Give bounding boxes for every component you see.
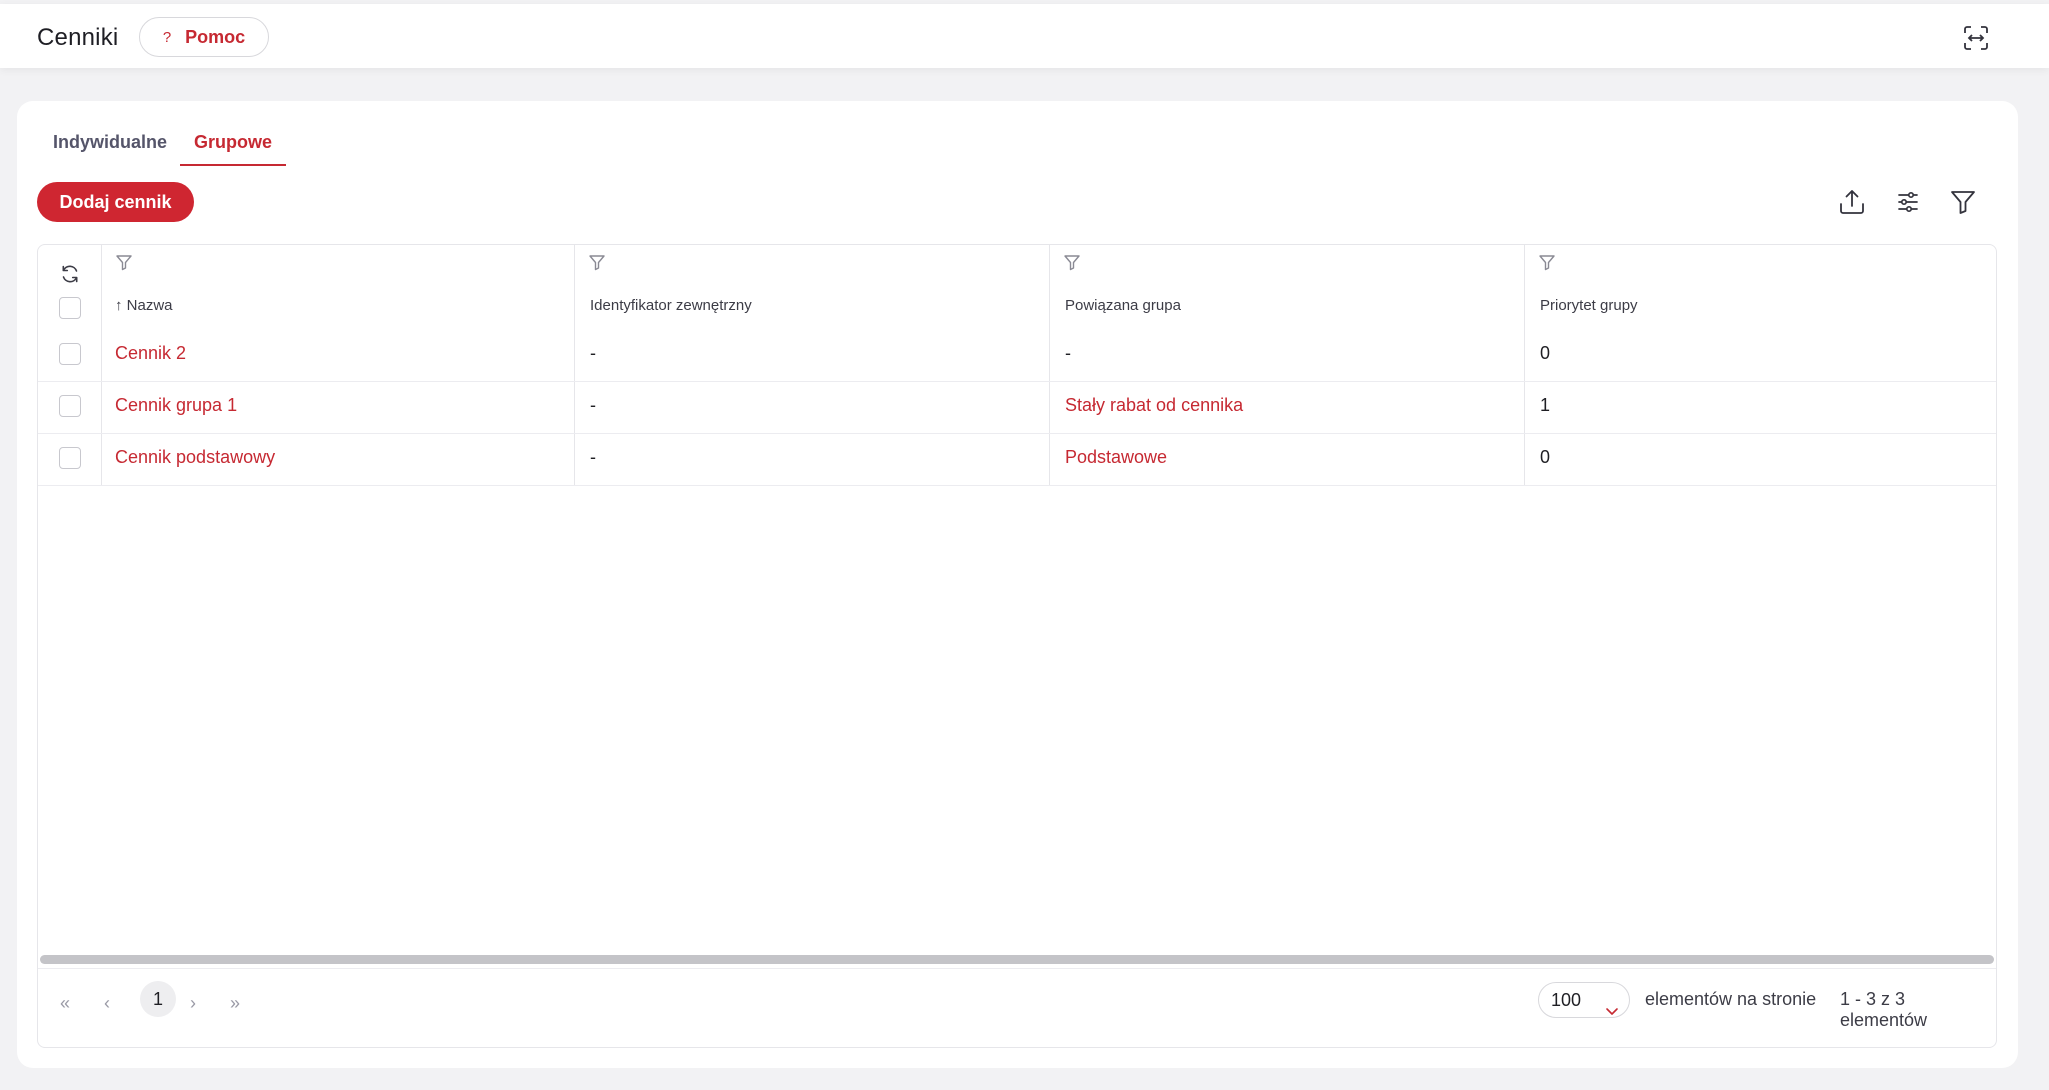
help-icon: ? bbox=[162, 28, 172, 46]
tab-grupowe[interactable]: Grupowe bbox=[180, 128, 287, 166]
last-page-icon[interactable]: » bbox=[230, 993, 240, 1014]
row-checkbox[interactable] bbox=[59, 447, 81, 469]
fullscreen-icon[interactable] bbox=[1962, 24, 1990, 52]
page-size-value: 100 bbox=[1551, 990, 1582, 1010]
pager-divider bbox=[38, 968, 1996, 969]
row-checkbox[interactable] bbox=[59, 343, 81, 365]
page-title: Cenniki bbox=[37, 24, 119, 51]
add-price-list-button[interactable]: Dodaj cennik bbox=[37, 182, 194, 222]
sort-asc-icon: ↑ bbox=[115, 297, 127, 314]
price-list-name-link[interactable]: Cennik 2 bbox=[115, 343, 186, 364]
chevron-down-icon bbox=[1605, 994, 1619, 1028]
column-filter-icon[interactable] bbox=[1537, 253, 1557, 273]
price-list-table: ↑ Nazwa Identyfikator zewnętrzny Powiąza… bbox=[37, 244, 1997, 1048]
column-header-nazwa[interactable]: ↑ Nazwa bbox=[115, 297, 173, 314]
column-divider bbox=[574, 245, 575, 485]
first-page-icon[interactable]: « bbox=[60, 993, 70, 1014]
refresh-icon[interactable] bbox=[59, 263, 81, 285]
top-bar: Cenniki ? Pomoc bbox=[0, 4, 2049, 68]
group-link[interactable]: Podstawowe bbox=[1065, 447, 1167, 468]
group-cell: - bbox=[1065, 343, 1071, 363]
prev-page-icon[interactable]: ‹ bbox=[104, 993, 110, 1014]
select-all-checkbox[interactable] bbox=[59, 297, 81, 319]
row-divider bbox=[38, 433, 1996, 434]
content-card: Indywidualne Grupowe Dodaj cennik ↑ Nazw… bbox=[17, 101, 2018, 1068]
tab-indywidualne[interactable]: Indywidualne bbox=[39, 128, 181, 166]
column-divider bbox=[101, 245, 102, 485]
priority-cell: 0 bbox=[1540, 447, 1551, 467]
horizontal-scrollbar[interactable] bbox=[40, 955, 1994, 964]
next-page-icon[interactable]: › bbox=[190, 993, 196, 1014]
external-id-cell: - bbox=[590, 447, 596, 467]
price-list-name-link[interactable]: Cennik podstawowy bbox=[115, 447, 275, 468]
help-button[interactable]: ? Pomoc bbox=[139, 17, 269, 57]
column-divider bbox=[1049, 245, 1050, 485]
column-header-priority[interactable]: Priorytet grupy bbox=[1540, 297, 1638, 314]
filter-icon[interactable] bbox=[1948, 187, 1978, 217]
column-filter-icon[interactable] bbox=[587, 253, 607, 273]
help-button-label: Pomoc bbox=[185, 26, 246, 47]
priority-cell: 1 bbox=[1540, 395, 1551, 415]
current-page-button[interactable]: 1 bbox=[140, 981, 176, 1017]
column-divider bbox=[1524, 245, 1525, 485]
settings-sliders-icon[interactable] bbox=[1893, 187, 1923, 217]
external-id-cell: - bbox=[590, 395, 596, 415]
price-list-name-link[interactable]: Cennik grupa 1 bbox=[115, 395, 237, 416]
page-size-select[interactable]: 100 bbox=[1538, 982, 1630, 1018]
row-divider bbox=[38, 381, 1996, 382]
page-size-label: elementów na stronie bbox=[1645, 989, 1817, 1009]
column-header-external-id[interactable]: Identyfikator zewnętrzny bbox=[590, 297, 752, 314]
external-id-cell: - bbox=[590, 343, 596, 363]
priority-cell: 0 bbox=[1540, 343, 1551, 363]
row-divider bbox=[38, 485, 1996, 486]
column-filter-icon[interactable] bbox=[114, 253, 134, 273]
column-filter-icon[interactable] bbox=[1062, 253, 1082, 273]
export-icon[interactable] bbox=[1837, 187, 1867, 217]
column-header-group[interactable]: Powiązana grupa bbox=[1065, 297, 1181, 314]
group-link[interactable]: Stały rabat od cennika bbox=[1065, 395, 1243, 416]
pagination-range: 1 - 3 z 3 elementów bbox=[1840, 989, 1928, 1030]
row-checkbox[interactable] bbox=[59, 395, 81, 417]
